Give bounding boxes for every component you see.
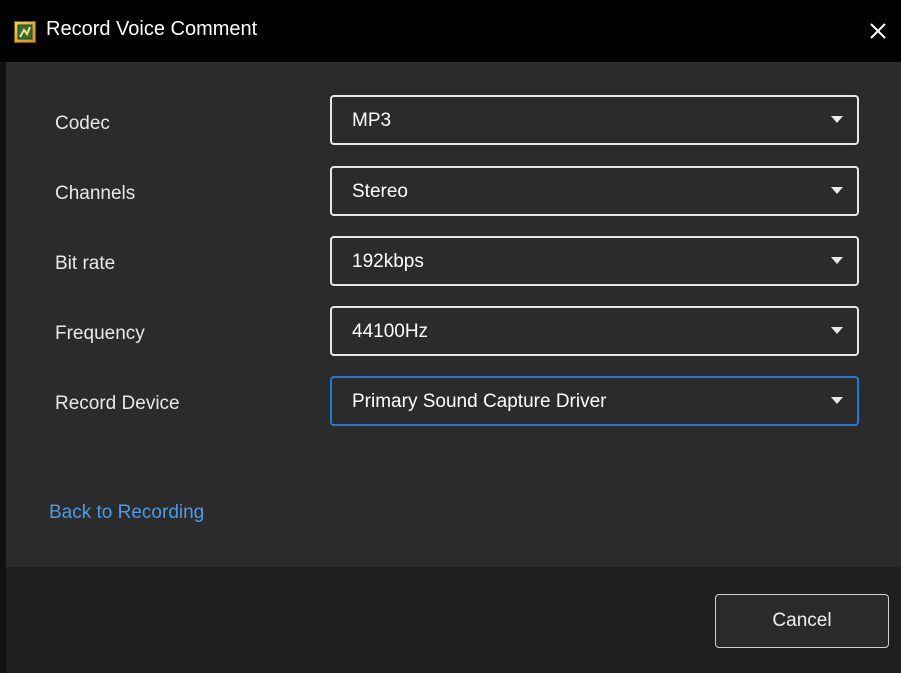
- codec-label: Codec: [55, 113, 110, 134]
- frequency-label: Frequency: [55, 323, 145, 344]
- frequency-select[interactable]: 44100Hz: [330, 306, 859, 356]
- channels-value: Stereo: [352, 181, 408, 202]
- cancel-button[interactable]: Cancel: [715, 594, 889, 648]
- chevron-down-icon: [831, 187, 843, 194]
- app-logo-icon: [14, 21, 36, 43]
- bit-rate-value: 192kbps: [352, 251, 424, 272]
- bit-rate-select[interactable]: 192kbps: [330, 236, 859, 286]
- codec-value: MP3: [352, 110, 392, 131]
- frequency-value: 44100Hz: [352, 321, 429, 342]
- bit-rate-label: Bit rate: [55, 253, 116, 274]
- dialog-footer: Cancel: [6, 567, 901, 673]
- channels-select[interactable]: Stereo: [330, 166, 859, 216]
- back-to-recording-link[interactable]: Back to Recording: [49, 502, 204, 524]
- codec-select[interactable]: MP3: [330, 95, 859, 145]
- title-bar[interactable]: Record Voice Comment: [0, 0, 901, 62]
- record-device-select[interactable]: Primary Sound Capture Driver: [330, 376, 859, 426]
- record-device-value: Primary Sound Capture Driver: [352, 391, 607, 412]
- settings-panel: Codec MP3 Channels Stereo Bit rate 192kb…: [6, 62, 901, 567]
- chevron-down-icon: [831, 327, 843, 334]
- close-icon: [870, 23, 886, 39]
- window-title: Record Voice Comment: [46, 18, 258, 40]
- record-device-label: Record Device: [55, 393, 180, 414]
- record-voice-comment-dialog: Record Voice Comment Codec MP3 Channels …: [0, 0, 901, 673]
- close-button[interactable]: [860, 16, 896, 46]
- channels-label: Channels: [55, 183, 136, 204]
- chevron-down-icon: [831, 116, 843, 123]
- chevron-down-icon: [831, 397, 843, 404]
- chevron-down-icon: [831, 257, 843, 264]
